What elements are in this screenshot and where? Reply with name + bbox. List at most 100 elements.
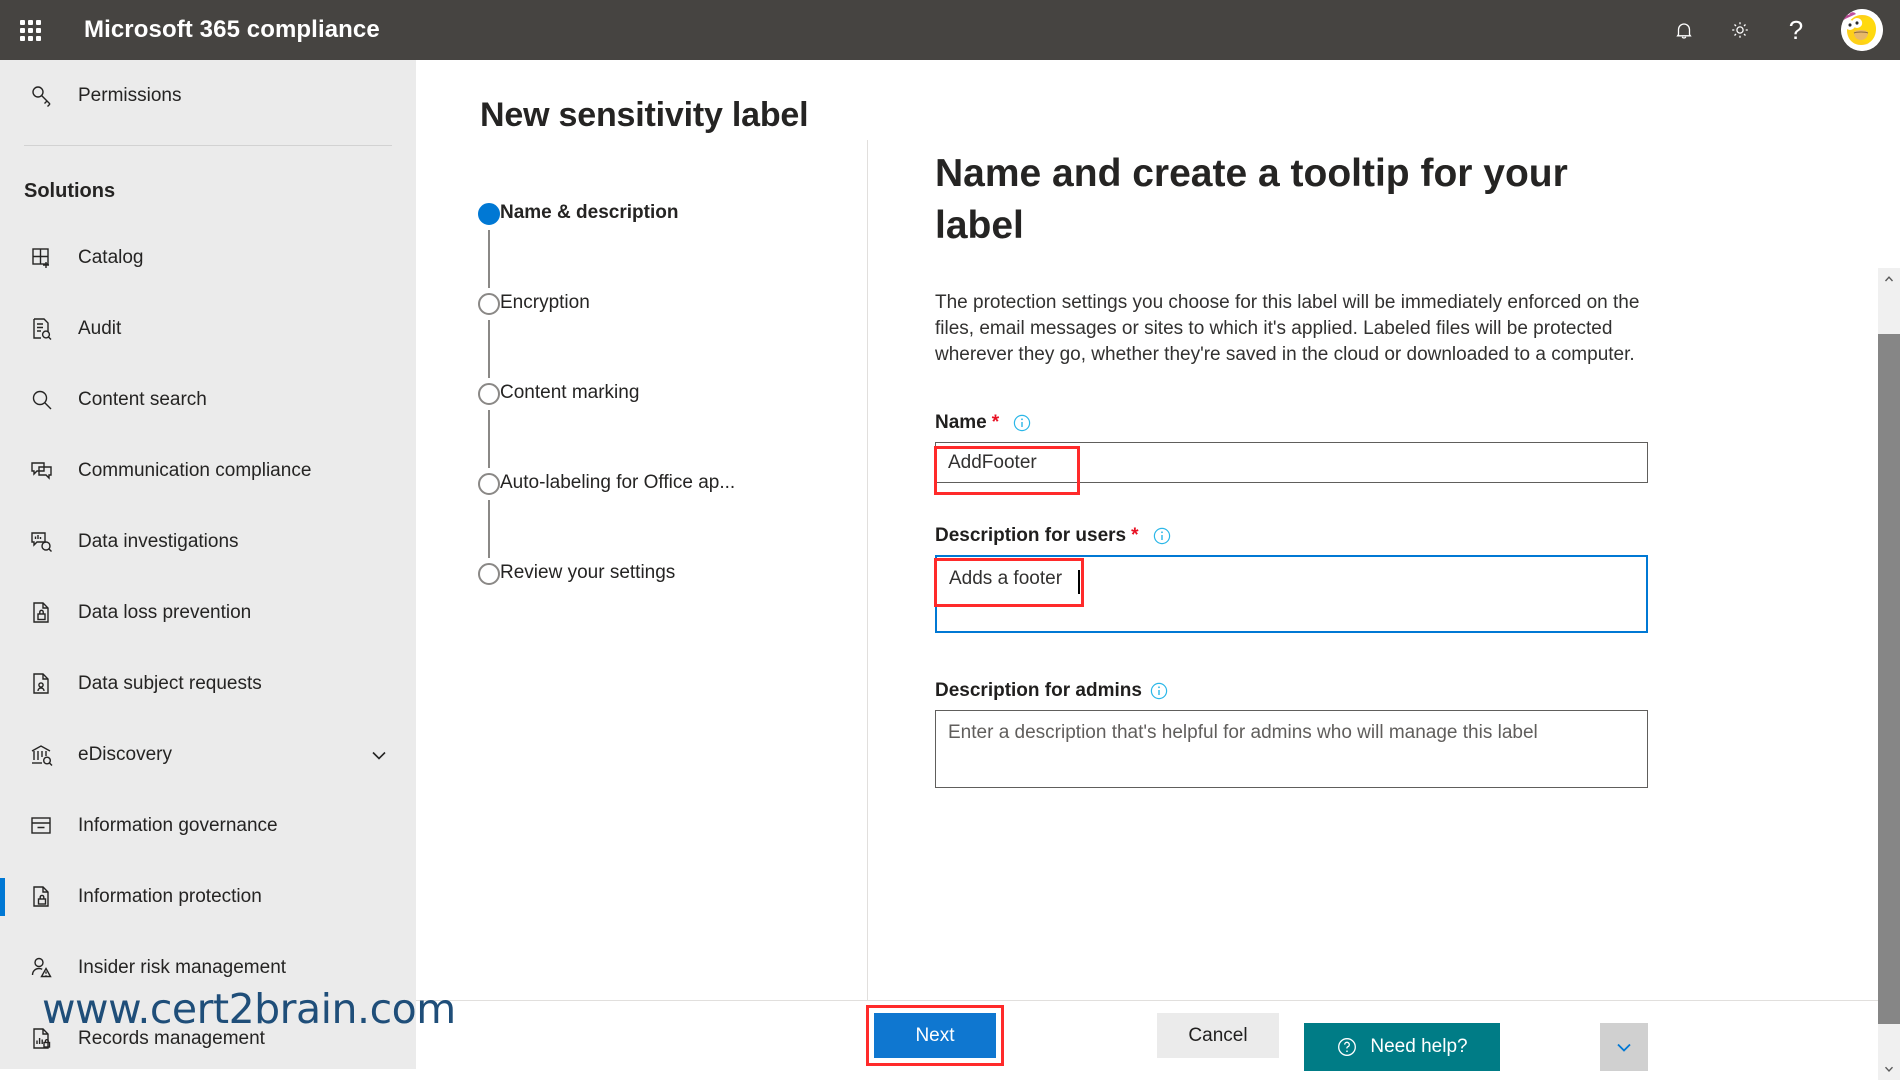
sidebar-item-label: Audit	[78, 317, 122, 339]
sidebar-item-label: Communication compliance	[78, 459, 312, 481]
question-circle-icon	[1336, 1036, 1358, 1058]
wizard-container: Name & description Encryption Content ma…	[416, 140, 1900, 1080]
step-bullet-icon	[478, 473, 500, 495]
wizard-step-auto-labeling[interactable]: Auto-labeling for Office ap...	[416, 470, 867, 560]
sidebar-item-label: eDiscovery	[78, 743, 172, 765]
sidebar-item-information-governance[interactable]: Information governance	[0, 790, 416, 861]
step-bullet-icon	[478, 293, 500, 315]
wizard-step-label: Review your settings	[500, 562, 676, 583]
wizard-step-label: Name & description	[500, 202, 679, 223]
content-description: The protection settings you choose for t…	[935, 292, 1640, 365]
person-warning-icon	[24, 950, 60, 986]
sidebar-item-label: Content search	[78, 388, 207, 410]
archive-box-icon	[24, 808, 60, 844]
sidebar-item-label: Records management	[78, 1027, 265, 1049]
step-connector	[488, 500, 490, 558]
required-marker: *	[991, 412, 1000, 433]
required-marker: *	[1131, 525, 1139, 546]
description-admins-textarea[interactable]	[935, 710, 1648, 788]
step-connector	[488, 410, 490, 468]
wizard-step-name-description[interactable]: Name & description	[416, 200, 867, 290]
sidebar-item-data-loss-prevention[interactable]: Data loss prevention	[0, 577, 416, 648]
step-connector	[488, 230, 490, 288]
wizard-footer: Next Cancel Need help?	[416, 1000, 1900, 1071]
sidebar-item-ediscovery[interactable]: eDiscovery	[0, 719, 416, 790]
wizard-step-label: Auto-labeling for Office ap...	[500, 472, 736, 493]
document-person-icon	[24, 666, 60, 702]
step-bullet-icon	[478, 203, 500, 225]
description-admins-field-label: Description for admins	[935, 680, 1789, 702]
description-users-textarea[interactable]	[935, 555, 1648, 633]
sidebar-item-permissions[interactable]: Permissions	[0, 60, 416, 131]
sidebar-item-audit[interactable]: Audit	[0, 293, 416, 364]
document-shield-lock-icon	[24, 879, 60, 915]
step-bullet-icon	[478, 383, 500, 405]
wizard-step-encryption[interactable]: Encryption	[416, 290, 867, 380]
collapse-panel-button[interactable]	[1600, 1023, 1648, 1071]
step-connector	[488, 320, 490, 378]
sidebar-item-information-protection[interactable]: Information protection	[0, 861, 416, 932]
content-heading: Name and create a tooltip for your label	[935, 152, 1568, 247]
sidebar-item-content-search[interactable]: Content search	[0, 364, 416, 435]
sidebar-item-label: Data loss prevention	[78, 601, 252, 623]
sidebar-item-label: Permissions	[78, 84, 182, 106]
description-admins-field-block: Description for admins	[935, 680, 1789, 793]
bank-search-icon	[24, 737, 60, 773]
name-input[interactable]	[935, 442, 1648, 483]
wizard-step-review-settings[interactable]: Review your settings	[416, 560, 867, 650]
chevron-up-icon[interactable]	[1878, 268, 1900, 290]
sidebar-item-label: Catalog	[78, 246, 144, 268]
left-navigation[interactable]: Permissions Solutions Catalog Audit Cont…	[0, 60, 416, 1069]
document-lock-icon	[24, 595, 60, 631]
sidebar-item-records-management[interactable]: Records management	[0, 1003, 416, 1069]
cancel-button[interactable]: Cancel	[1157, 1013, 1279, 1058]
scrollbar-thumb[interactable]	[1878, 334, 1900, 1024]
text-cursor	[1078, 570, 1080, 594]
sidebar-item-label: Information governance	[78, 814, 278, 836]
main-page: New sensitivity label Name & description…	[416, 60, 1900, 1080]
need-help-label: Need help?	[1370, 1036, 1468, 1057]
key-icon	[24, 78, 60, 114]
sidebar-item-label: Information protection	[78, 885, 262, 907]
search-magnifier-icon	[24, 382, 60, 418]
chat-bubbles-icon	[24, 453, 60, 489]
chevron-down-icon	[1612, 1035, 1636, 1059]
description-admins-label-text: Description for admins	[935, 680, 1142, 701]
description-users-field-label: Description for users *	[935, 525, 1789, 547]
sidebar-item-catalog[interactable]: Catalog	[0, 222, 416, 293]
suite-header-actions: ?	[1656, 0, 1900, 60]
wizard-content-pane: Name and create a tooltip for your label…	[869, 140, 1900, 1000]
sidebar-item-label: Data investigations	[78, 530, 239, 552]
help-glyph: ?	[1788, 15, 1804, 45]
records-chart-lock-icon	[24, 1021, 60, 1057]
sidebar-item-label: Data subject requests	[78, 672, 262, 694]
help-question-icon[interactable]: ?	[1768, 0, 1824, 60]
name-field-block: Name *	[934, 412, 1789, 495]
wizard-step-rail: Name & description Encryption Content ma…	[416, 140, 868, 1000]
chevron-down-icon[interactable]	[1878, 1058, 1900, 1080]
info-circle-icon[interactable]	[1150, 682, 1168, 700]
info-circle-icon[interactable]	[1013, 414, 1031, 432]
sidebar-item-insider-risk-management[interactable]: Insider risk management	[0, 932, 416, 1003]
data-investigations-icon	[24, 524, 60, 560]
sidebar-divider	[24, 145, 392, 146]
avatar[interactable]	[1824, 0, 1900, 60]
wizard-step-label: Content marking	[500, 382, 640, 403]
chevron-down-icon[interactable]	[368, 744, 390, 766]
wizard-step-content-marking[interactable]: Content marking	[416, 380, 867, 470]
app-launcher-waffle-icon[interactable]	[0, 0, 60, 60]
sidebar-item-data-subject-requests[interactable]: Data subject requests	[0, 648, 416, 719]
sidebar-item-data-investigations[interactable]: Data investigations	[0, 506, 416, 577]
description-users-field-block: Description for users *	[934, 525, 1789, 638]
need-help-button[interactable]: Need help?	[1304, 1023, 1500, 1071]
content-scrollbar[interactable]	[1878, 268, 1900, 1080]
sidebar-item-communication-compliance[interactable]: Communication compliance	[0, 435, 416, 506]
name-label-text: Name	[935, 412, 987, 433]
info-circle-icon[interactable]	[1153, 527, 1171, 545]
next-button[interactable]: Next	[874, 1013, 996, 1058]
suite-title: Microsoft 365 compliance	[84, 16, 380, 43]
audit-document-search-icon	[24, 311, 60, 347]
gear-icon[interactable]	[1712, 0, 1768, 60]
description-users-label-text: Description for users	[935, 525, 1127, 546]
bell-icon[interactable]	[1656, 0, 1712, 60]
